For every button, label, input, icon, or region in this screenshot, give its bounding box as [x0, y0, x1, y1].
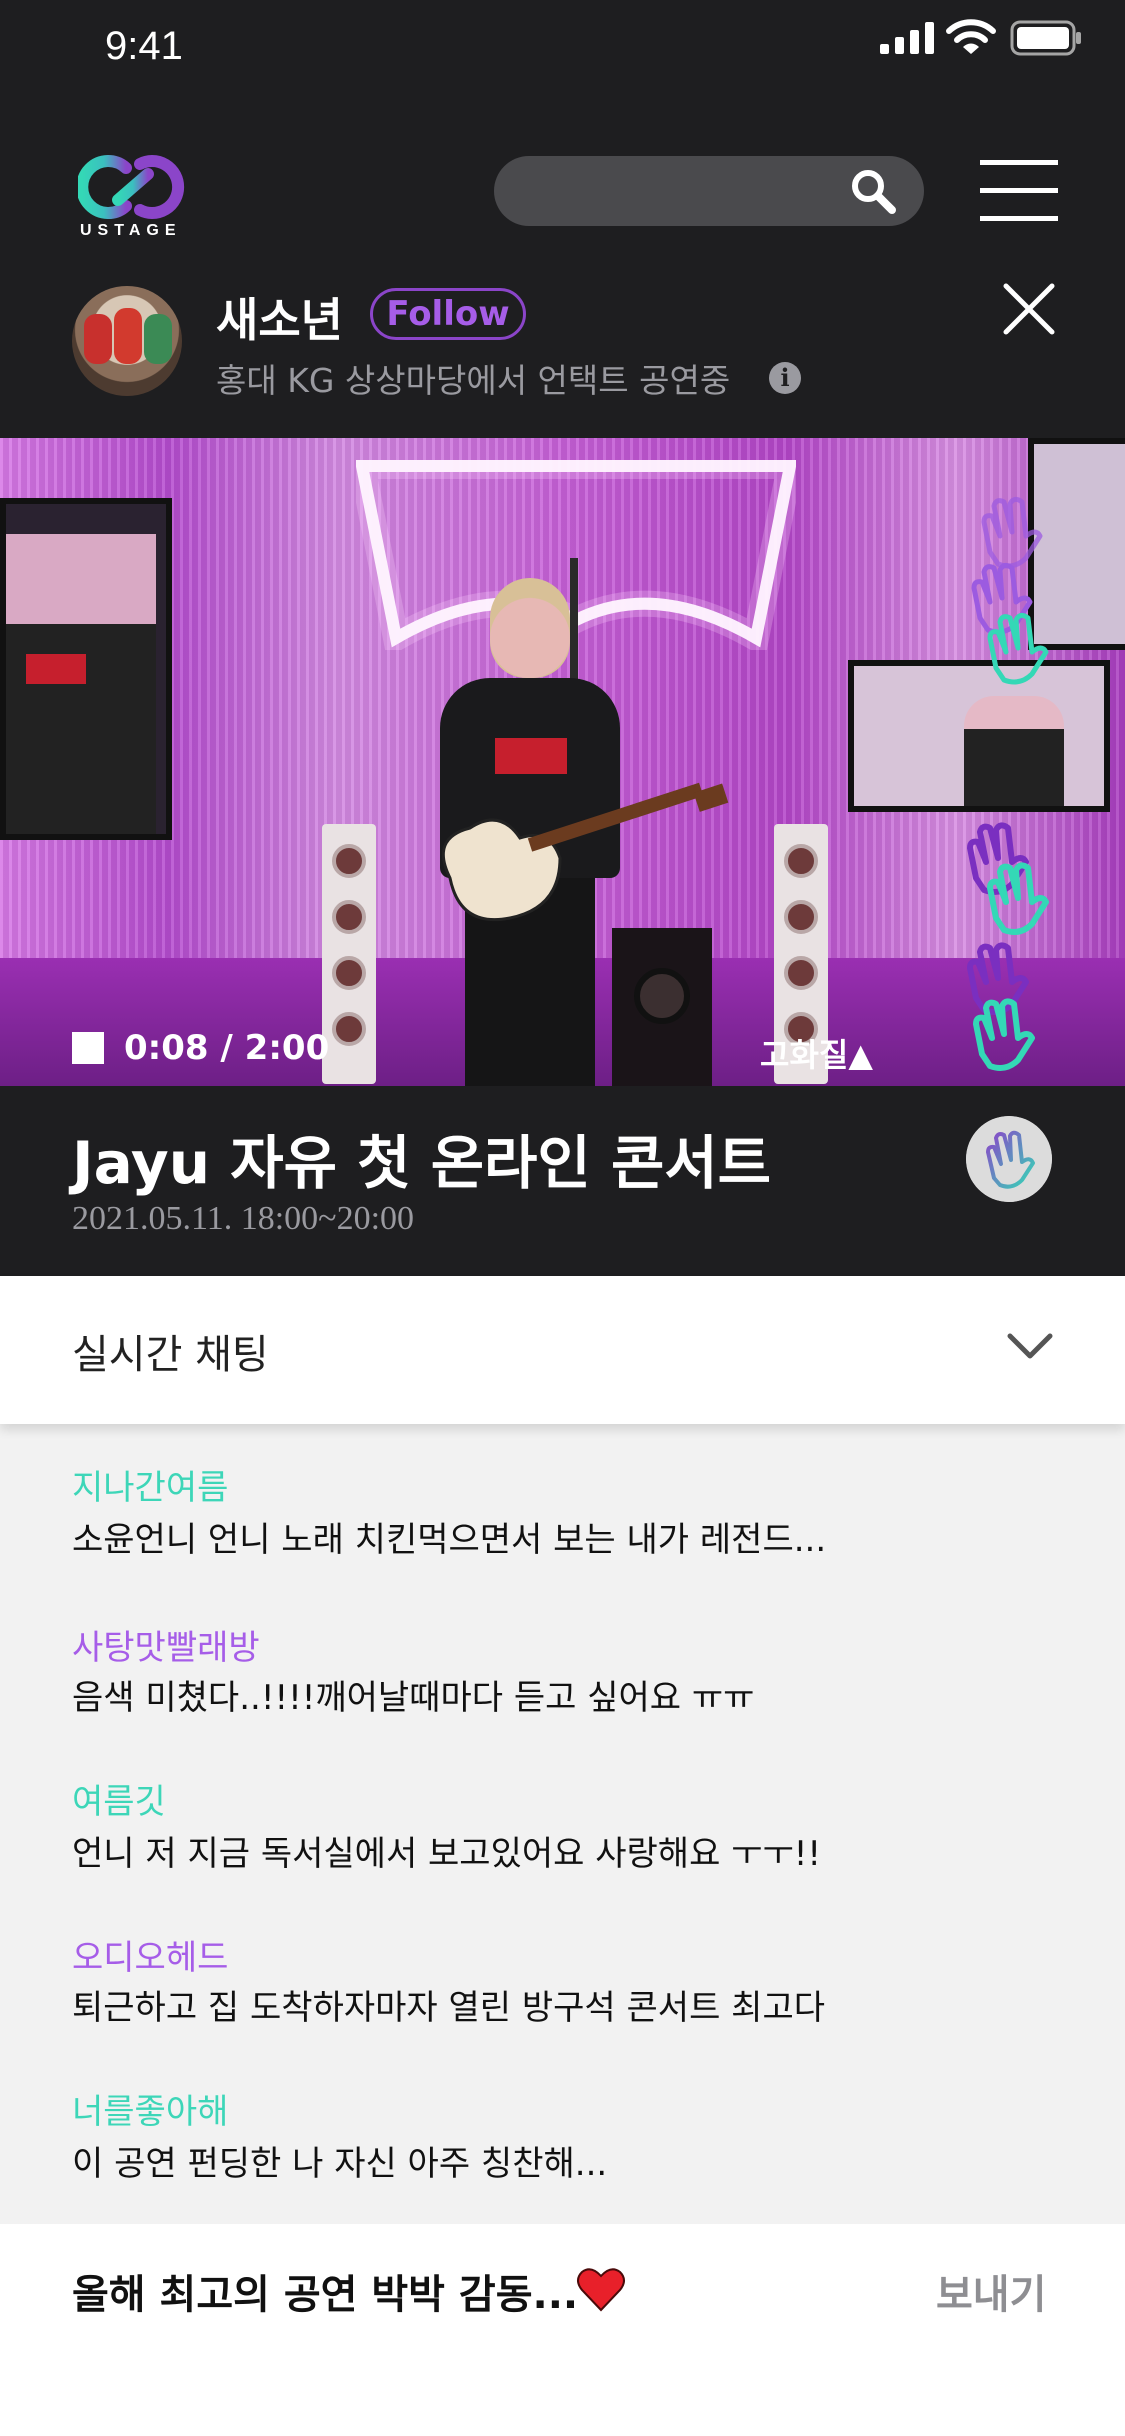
chat-message-text: 소윤언니 언니 노래 치킨먹으면서 보는 내가 레전드...: [72, 1520, 827, 1560]
playback-time: 0:08 / 2:00: [124, 1028, 330, 1068]
search-icon[interactable]: [848, 166, 898, 216]
chat-message-text: 이 공연 펀딩한 나 자신 아주 칭찬해...: [72, 2144, 608, 2184]
chat-message-list[interactable]: 지나간여름 소윤언니 언니 노래 치킨먹으면서 보는 내가 레전드... 사탕맛…: [0, 1424, 1125, 2224]
quality-toggle-button[interactable]: 고화질▲: [760, 1030, 873, 1076]
menu-icon[interactable]: [980, 158, 1058, 222]
send-button[interactable]: 보내기: [936, 2262, 1046, 2320]
chat-title: 실시간 채팅: [72, 1332, 269, 1378]
concert-date: 2021.05.11. 18:00~20:00: [72, 1200, 415, 1237]
follow-button[interactable]: Follow: [370, 288, 526, 340]
speaker: [322, 824, 376, 1084]
wifi-icon: [946, 19, 996, 54]
clap-button[interactable]: [966, 1116, 1052, 1202]
chat-input-bar: [0, 2224, 1125, 2436]
cellular-signal-icon: [880, 22, 934, 54]
chat-username: 지나간여름: [72, 1468, 229, 1508]
chat-username: 오디오헤드: [72, 1938, 229, 1978]
live-status-text: 홍대 KG 상상마당에서 언택트 공연중: [216, 361, 731, 400]
video-player[interactable]: 0:08 / 2:00 고화질▲: [0, 438, 1125, 1086]
artist-avatar[interactable]: [72, 286, 182, 396]
chevron-down-icon[interactable]: [1006, 1332, 1054, 1362]
battery-icon: [1010, 20, 1081, 56]
chat-message-text: 퇴근하고 집 도착하자마자 열린 방구석 콘서트 최고다: [72, 1988, 826, 2028]
logo-wordmark: USTAGE: [80, 222, 182, 239]
close-icon[interactable]: [1002, 282, 1056, 336]
concert-title: Jayu 자유 첫 온라인 콘서트: [72, 1129, 772, 1197]
status-time: 9:41: [105, 24, 183, 68]
stop-icon[interactable]: [72, 1032, 104, 1064]
monitor-screen: [0, 498, 172, 840]
chat-message-text: 언니 저 지금 독서실에서 보고있어요 사랑해요 ㅜㅜ!!: [72, 1834, 821, 1874]
info-icon[interactable]: i: [769, 362, 801, 394]
clap-reaction-icon: [973, 998, 1035, 1071]
chat-username: 여름깃: [72, 1782, 166, 1822]
chat-username: 사탕맛빨래방: [72, 1628, 260, 1668]
chat-input-field[interactable]: 올해 최고의 공연 박박 감동...: [72, 2262, 578, 2320]
chat-username: 너를좋아해: [72, 2092, 229, 2132]
chat-message-text: 음색 미쳤다..!!!!깨어날때마다 듣고 싶어요 ㅠㅠ: [72, 1678, 755, 1718]
guitar: [441, 782, 729, 922]
clap-reaction-icon: [987, 862, 1049, 935]
heart-icon: [577, 2268, 625, 2312]
artist-name[interactable]: 새소년: [216, 284, 343, 350]
clap-reaction-icon: [987, 612, 1049, 685]
